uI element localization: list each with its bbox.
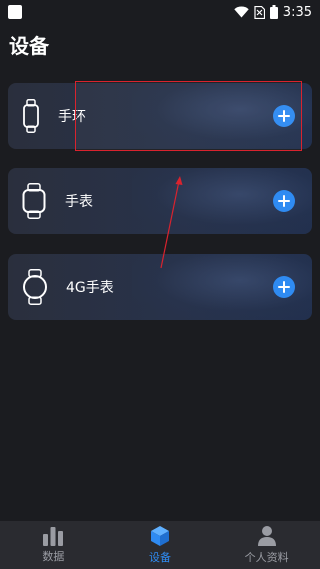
page-title: 设备 (9, 34, 49, 58)
add-device-button[interactable] (273, 276, 295, 298)
nav-label: 设备 (148, 551, 171, 564)
watch-icon (22, 183, 46, 219)
cube-icon (150, 526, 169, 546)
plus-icon (278, 195, 290, 207)
nav-label: 数据 (42, 550, 65, 563)
highlight-box (75, 81, 302, 151)
status-bar: 3:35 (0, 0, 320, 24)
nav-item-data[interactable]: 数据 (0, 521, 106, 569)
device-card-watch[interactable]: 手表 (8, 168, 312, 234)
plus-icon (278, 281, 290, 293)
notification-icon (8, 5, 22, 19)
person-icon (257, 526, 276, 546)
round-watch-icon (23, 269, 47, 305)
device-label: 手表 (65, 194, 93, 210)
status-right: 3:35 (234, 5, 312, 20)
sim-icon (254, 5, 265, 19)
device-label: 4G手表 (66, 280, 114, 296)
battery-icon (269, 5, 278, 19)
bar-chart-icon (43, 527, 64, 546)
nav-label: 个人资料 (244, 551, 289, 564)
device-screen: 3:35 设备 手环 手表 4G手表 数据 设备 个人资料 (0, 0, 320, 569)
bottom-nav: 数据 设备 个人资料 (0, 521, 320, 569)
wifi-icon (234, 6, 249, 18)
band-icon (23, 99, 39, 133)
add-device-button[interactable] (273, 190, 295, 212)
device-card-4g-watch[interactable]: 4G手表 (8, 254, 312, 320)
nav-item-devices[interactable]: 设备 (107, 521, 213, 569)
nav-item-profile[interactable]: 个人资料 (214, 521, 320, 569)
status-time: 3:35 (282, 4, 312, 20)
